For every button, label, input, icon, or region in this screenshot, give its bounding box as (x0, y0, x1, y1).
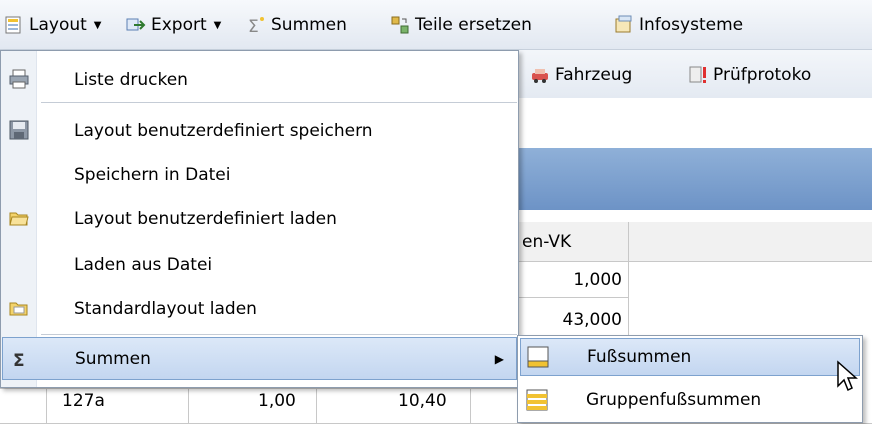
menu-item-label: Summen (75, 348, 151, 369)
submenu-item-fusssummen[interactable]: Fußsummen (520, 338, 860, 376)
grid-cell-price: 10,40 (398, 391, 447, 411)
fahrzeug-button[interactable]: Fahrzeug (530, 60, 632, 90)
footer-sum-icon (527, 346, 549, 368)
submenu-item-label: Gruppenfußsummen (586, 390, 762, 410)
grid-cell-number: 127a (62, 391, 105, 411)
menu-item-liste-drucken[interactable]: Liste drucken (1, 58, 518, 101)
svg-text:Σ: Σ (13, 351, 25, 369)
table-row[interactable]: 127a 1,00 10,40 (0, 388, 519, 424)
test-report-icon (688, 65, 708, 85)
layout-icon (4, 15, 24, 35)
menu-item-layout-speichern[interactable]: Layout benutzerdefiniert speichern (1, 109, 518, 152)
fahrzeug-label: Fahrzeug (555, 65, 633, 85)
group-footer-sum-icon (526, 389, 548, 411)
menu-item-speichern-in-datei[interactable]: Speichern in Datei (1, 153, 518, 196)
export-menu-label: Export (151, 15, 207, 35)
menu-item-label: Layout benutzerdefiniert laden (74, 208, 337, 229)
menu-item-label: Liste drucken (74, 69, 188, 90)
menu-item-label: Laden aus Datei (74, 254, 213, 275)
info-book-icon (614, 15, 634, 35)
save-icon (9, 120, 29, 140)
grid-cell-value: 43,000 (562, 310, 622, 330)
menu-item-standardlayout-laden[interactable]: Standardlayout laden (1, 287, 518, 330)
teile-ersetzen-button[interactable]: Teile ersetzen (390, 10, 532, 40)
export-icon (126, 15, 146, 35)
grid-divider (470, 389, 471, 424)
grid-divider (316, 389, 317, 424)
menu-item-laden-aus-datei[interactable]: Laden aus Datei (1, 243, 518, 286)
summen-button[interactable]: Σ Summen (246, 10, 347, 40)
layout-menu-label: Layout (29, 15, 87, 35)
chevron-down-icon: ▼ (213, 19, 222, 31)
folder-icon (9, 298, 29, 318)
pruefprotokoll-label: Prüfprotoko (713, 65, 812, 85)
menu-separator (41, 334, 517, 335)
menu-item-label: Speichern in Datei (74, 164, 231, 185)
grid-divider (188, 389, 189, 424)
sigma-icon: Σ (11, 349, 31, 371)
infosysteme-button[interactable]: Infosysteme (614, 10, 743, 40)
summen-label: Summen (271, 15, 347, 35)
menu-separator (41, 102, 517, 103)
sigma-sparkle-icon: Σ (246, 15, 266, 37)
submenu-item-gruppenfusssummen[interactable]: Gruppenfußsummen (520, 382, 860, 420)
summen-submenu: Fußsummen Gruppenfußsummen (517, 335, 863, 423)
parts-replace-icon (390, 15, 410, 35)
vehicle-icon (530, 65, 550, 85)
menu-item-summen[interactable]: Σ Summen ▶ (2, 337, 517, 380)
column-header-vk[interactable]: en-VK (522, 232, 571, 252)
submenu-item-label: Fußsummen (587, 347, 692, 367)
svg-text:Σ: Σ (248, 17, 259, 35)
layout-dropdown-menu: Liste drucken Layout benutzerdefiniert s… (0, 50, 519, 388)
mouse-cursor-icon (836, 360, 860, 394)
chevron-down-icon: ▼ (93, 19, 102, 31)
infosysteme-label: Infosysteme (639, 15, 744, 35)
menu-item-layout-laden[interactable]: Layout benutzerdefiniert laden (1, 197, 518, 240)
main-toolbar: Layout ▼ Export ▼ Σ Summen Teile ersetze… (0, 0, 872, 50)
menu-item-label: Layout benutzerdefiniert speichern (74, 120, 373, 141)
grid-divider (519, 297, 629, 298)
folder-open-icon (9, 208, 29, 228)
layout-menu-button[interactable]: Layout ▼ (4, 10, 102, 40)
grid-cell-value: 1,000 (573, 270, 622, 290)
grid-divider (628, 222, 629, 337)
grid-cell-quantity: 1,00 (258, 391, 296, 411)
menu-item-label: Standardlayout laden (74, 298, 257, 319)
submenu-arrow-icon: ▶ (494, 351, 504, 366)
export-menu-button[interactable]: Export ▼ (126, 10, 221, 40)
teile-ersetzen-label: Teile ersetzen (415, 15, 532, 35)
pruefprotokoll-button[interactable]: Prüfprotoko (688, 60, 811, 90)
print-icon (9, 69, 29, 89)
grid-divider (46, 389, 47, 424)
